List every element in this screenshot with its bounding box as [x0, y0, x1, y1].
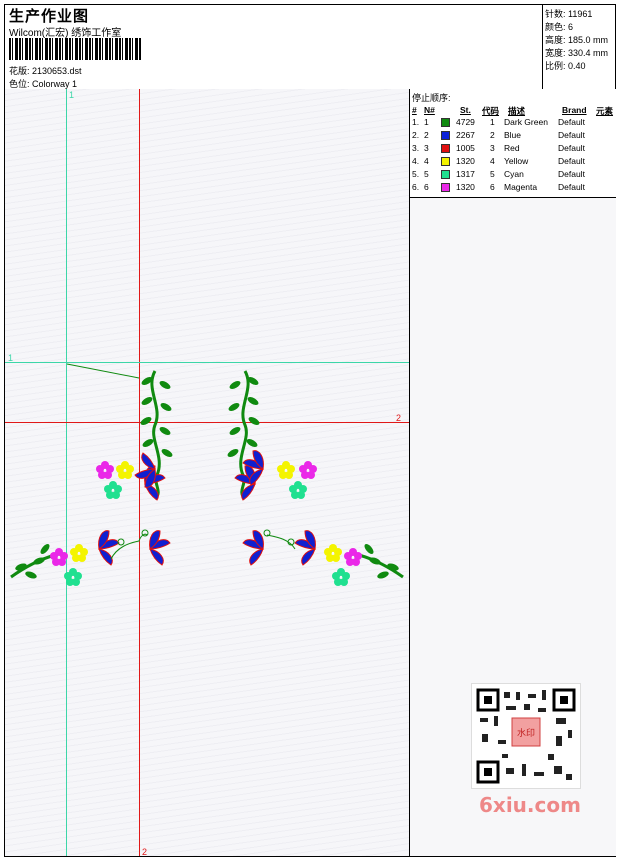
row-code: 1 — [490, 117, 495, 127]
table-row: 5. 5 1317 5 Cyan Default — [410, 169, 616, 182]
row-needle: 6 — [424, 182, 429, 192]
col-header-description: 描述 — [508, 106, 526, 116]
stitch-count: 针数: 11961 — [545, 9, 593, 19]
seal-text: 水印 — [517, 727, 535, 739]
col-header-brand: Brand — [562, 105, 587, 115]
row-description: Yellow — [504, 156, 529, 166]
studio-name: Wilcom(汇宏) 绣饰工作室 — [9, 28, 122, 39]
row-stitches: 4729 — [456, 117, 475, 127]
row-stitches: 1005 — [456, 143, 475, 153]
row-index: 3. — [412, 143, 420, 153]
row-brand: Default — [558, 156, 585, 166]
color-swatch — [441, 170, 450, 179]
table-row: 1. 1 4729 1 Dark Green Default — [410, 117, 616, 130]
color-swatch — [441, 131, 450, 140]
color-swatch — [441, 144, 450, 153]
row-description: Cyan — [504, 169, 524, 179]
row-index: 4. — [412, 156, 420, 166]
color-swatch — [441, 118, 450, 127]
row-needle: 3 — [424, 143, 429, 153]
row-needle: 2 — [424, 130, 429, 140]
barcode — [9, 38, 142, 60]
table-row: 4. 4 1320 4 Yellow Default — [410, 156, 616, 169]
col-header-code: 代码 — [482, 106, 500, 116]
flower-cluster-lower-left — [10, 529, 171, 586]
col-header-element: 元素 — [596, 106, 614, 116]
row-code: 2 — [490, 130, 495, 140]
row-index: 5. — [412, 169, 420, 179]
header: 生产作业图 Wilcom(汇宏) 绣饰工作室 花版: 2130653.dst 色… — [5, 5, 615, 90]
row-stitches: 2267 — [456, 130, 475, 140]
table-row: 3. 3 1005 3 Red Default — [410, 143, 616, 156]
design-width: 宽度: 330.4 mm — [545, 48, 609, 58]
row-stitches: 1317 — [456, 169, 475, 179]
row-description: Magenta — [504, 182, 538, 192]
row-brand: Default — [558, 117, 585, 127]
table-row: 6. 6 1320 6 Magenta Default — [410, 182, 616, 195]
design-file: 花版: 2130653.dst — [9, 66, 82, 76]
flower-cluster-upper-left — [96, 452, 166, 501]
row-stitches: 1320 — [456, 156, 475, 166]
row-brand: Default — [558, 143, 585, 153]
row-stitches: 1320 — [456, 182, 475, 192]
qr-code: 水印 — [471, 683, 581, 789]
row-needle: 4 — [424, 156, 429, 166]
row-index: 1. — [412, 117, 420, 127]
row-index: 2. — [412, 130, 420, 140]
color-swatch — [441, 157, 450, 166]
row-description: Red — [504, 143, 520, 153]
stop-sequence-title: 停止顺序: — [412, 93, 451, 103]
design-scale: 比例: 0.40 — [545, 61, 586, 71]
design-stats: 针数: 11961 颜色: 6 高度: 185.0 mm 宽度: 330.4 m… — [542, 5, 616, 89]
page-title: 生产作业图 — [9, 8, 90, 25]
row-needle: 1 — [424, 117, 429, 127]
row-code: 5 — [490, 169, 495, 179]
row-brand: Default — [558, 130, 585, 140]
embroidery-design — [10, 363, 404, 586]
color-swatch — [441, 183, 450, 192]
row-code: 6 — [490, 182, 495, 192]
flower-cluster-upper-right — [234, 450, 317, 501]
stop-sequence-table: 停止顺序: # N# St. 代码 描述 Brand 元素 1. 1 4729 1 Da… — [410, 89, 616, 198]
col-header-index: # — [412, 105, 417, 115]
row-description: Dark Green — [504, 117, 548, 127]
row-needle: 5 — [424, 169, 429, 179]
jump-stitch — [66, 363, 140, 379]
row-brand: Default — [558, 169, 585, 179]
row-code: 3 — [490, 143, 495, 153]
row-description: Blue — [504, 130, 522, 140]
col-header-needle: N# — [424, 105, 435, 115]
design-height: 高度: 185.0 mm — [545, 35, 609, 45]
row-index: 6. — [412, 182, 420, 192]
header-info: 生产作业图 Wilcom(汇宏) 绣饰工作室 花版: 2130653.dst 色… — [7, 5, 542, 89]
worksheet-frame: 生产作业图 Wilcom(汇宏) 绣饰工作室 花版: 2130653.dst 色… — [4, 4, 616, 857]
color-count: 颜色: 6 — [545, 22, 574, 32]
flower-cluster-lower-right — [242, 529, 404, 586]
table-row: 2. 2 2267 2 Blue Default — [410, 130, 616, 143]
row-code: 4 — [490, 156, 495, 166]
col-header-stitches: St. — [460, 105, 471, 115]
row-brand: Default — [558, 182, 585, 192]
watermark-logo: 6xiu.com — [479, 793, 581, 817]
design-canvas[interactable]: 1 1 2 2 — [5, 89, 409, 856]
